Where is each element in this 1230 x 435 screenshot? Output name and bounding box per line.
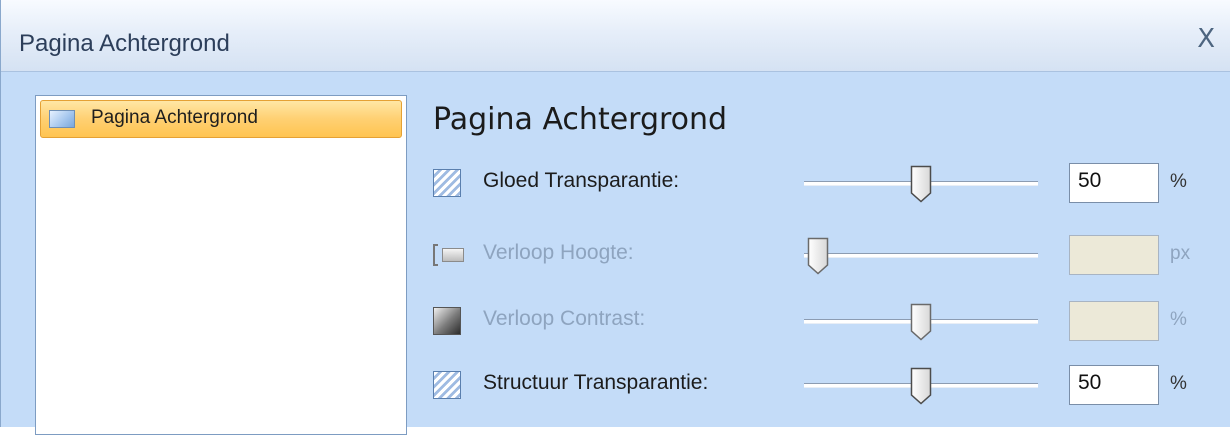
value-field — [1069, 235, 1159, 275]
height-bracket-icon — [433, 244, 438, 266]
slider-thumb — [807, 237, 829, 275]
setting-label: Verloop Contrast: — [483, 307, 646, 330]
setting-row-gradient-contrast: Verloop Contrast: % — [1, 297, 1230, 347]
texture-icon — [433, 371, 461, 399]
setting-row-gradient-height: Verloop Hoogte: px — [1, 231, 1230, 281]
nav-item-label: Pagina Achtergrond — [91, 107, 258, 128]
unit-label: % — [1170, 373, 1187, 394]
section-title: Pagina Achtergrond — [433, 102, 728, 137]
value-field[interactable]: 50 — [1069, 365, 1159, 405]
slider-thumb[interactable] — [910, 165, 932, 203]
setting-label: Gloed Transparantie: — [483, 169, 680, 192]
close-icon[interactable]: X — [1197, 24, 1215, 54]
value-field[interactable]: 50 — [1069, 163, 1159, 203]
value-field — [1069, 301, 1159, 341]
setting-label: Structuur Transparantie: — [483, 371, 709, 394]
window-title: Pagina Achtergrond — [19, 30, 230, 57]
nav-item-page-background[interactable]: Pagina Achtergrond — [40, 100, 402, 138]
page-background-icon — [49, 110, 75, 128]
height-box-icon — [442, 248, 464, 262]
setting-label: Verloop Hoogte: — [483, 241, 634, 264]
contrast-icon — [433, 307, 461, 335]
slider-thumb[interactable] — [910, 367, 932, 405]
page-background-dialog: Pagina Achtergrond X Pagina Achtergrond … — [0, 0, 1230, 435]
slider-thumb — [910, 303, 932, 341]
title-bar: Pagina Achtergrond X — [1, 0, 1230, 72]
setting-row-glow-transparency: Gloed Transparantie: 50 % — [1, 159, 1230, 209]
unit-label: % — [1170, 171, 1187, 192]
pattern-icon — [433, 169, 461, 197]
setting-row-texture-transparency: Structuur Transparantie: 50 % — [1, 361, 1230, 411]
gradient-height-icon — [433, 241, 464, 269]
slider-track — [804, 253, 1038, 258]
unit-label: px — [1170, 243, 1191, 264]
unit-label: % — [1170, 309, 1187, 330]
